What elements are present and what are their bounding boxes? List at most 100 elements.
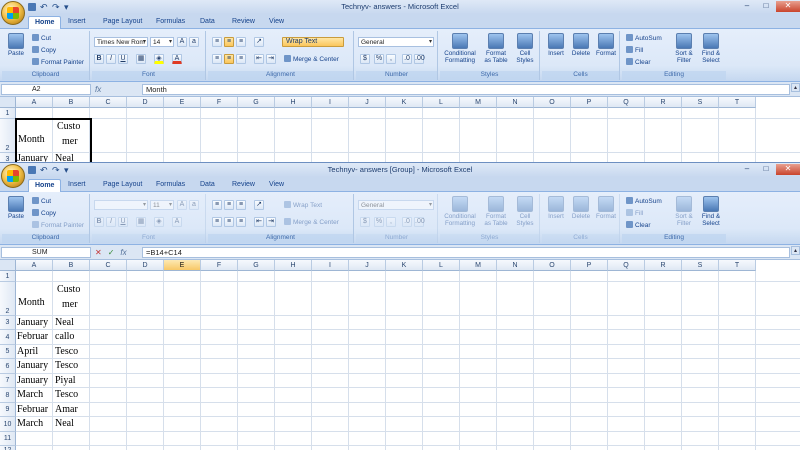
wrap-text-button[interactable]: Wrap Text <box>282 37 344 47</box>
align-top-button[interactable]: ≡ <box>212 200 222 210</box>
column-header-t[interactable]: T <box>719 97 756 108</box>
currency-button[interactable]: $ <box>360 217 370 227</box>
tab-insert[interactable]: Insert <box>68 16 86 29</box>
column-header-l[interactable]: L <box>423 97 460 108</box>
tab-home[interactable]: Home <box>28 16 62 29</box>
format-as-table-button[interactable]: Format as Table <box>482 196 510 227</box>
align-center-button[interactable]: ≡ <box>224 54 234 64</box>
number-format-combo[interactable]: General <box>358 200 434 210</box>
column-header-j[interactable]: J <box>349 97 386 108</box>
increase-decimal-button[interactable]: .0 <box>402 217 412 227</box>
row-header-2[interactable]: 2 <box>0 119 16 153</box>
cell-b4[interactable]: callo <box>55 330 91 343</box>
fill-color-button[interactable]: ◈ <box>154 54 164 64</box>
tab-page-layout[interactable]: Page Layout <box>103 179 142 192</box>
row-header-8[interactable]: 8 <box>0 388 16 403</box>
column-header-e[interactable]: E <box>164 97 201 108</box>
tab-formulas[interactable]: Formulas <box>156 16 185 29</box>
row-header-6[interactable]: 6 <box>0 359 16 374</box>
cell-a3[interactable]: January <box>17 316 53 329</box>
cancel-entry-icon[interactable]: ✕ <box>95 248 102 257</box>
cell-a4[interactable]: Februar <box>17 330 53 343</box>
customize-qat-icon[interactable]: ▾ <box>64 166 72 175</box>
name-box[interactable]: SUM <box>1 247 91 258</box>
row-header-4[interactable]: 4 <box>0 330 16 345</box>
paste-button[interactable]: Paste <box>4 33 28 57</box>
column-header-r[interactable]: R <box>645 260 682 271</box>
find-select-button[interactable]: Find & Select <box>698 33 724 64</box>
column-header-i[interactable]: I <box>312 97 349 108</box>
tab-review[interactable]: Review <box>232 16 255 29</box>
column-header-a[interactable]: A <box>16 97 53 108</box>
column-header-m[interactable]: M <box>460 97 497 108</box>
cell-styles-button[interactable]: Cell Styles <box>512 196 538 227</box>
column-header-f[interactable]: F <box>201 260 238 271</box>
comma-button[interactable]: , <box>386 217 396 227</box>
undo-icon[interactable]: ↶ <box>40 166 48 175</box>
cell-b10[interactable]: Neal <box>55 417 91 430</box>
increase-indent-button[interactable]: ⇥ <box>266 217 276 227</box>
formula-input[interactable]: Month <box>142 84 790 95</box>
redo-icon[interactable]: ↷ <box>52 166 60 175</box>
underline-button[interactable]: U <box>118 54 128 64</box>
column-header-b[interactable]: B <box>53 97 90 108</box>
row-header-11[interactable]: 11 <box>0 432 16 446</box>
conditional-formatting-button[interactable]: Conditional Formatting <box>440 33 480 64</box>
format-painter-button[interactable]: Format Painter <box>32 221 84 230</box>
borders-button[interactable]: ▦ <box>136 217 146 227</box>
font-color-button[interactable]: A <box>172 217 182 227</box>
cut-button[interactable]: Cut <box>32 34 51 43</box>
column-header-b[interactable]: B <box>53 260 90 271</box>
close-button[interactable]: ✕ <box>776 164 800 175</box>
autosum-button[interactable]: AutoSum <box>626 34 662 43</box>
decrease-indent-button[interactable]: ⇤ <box>254 54 264 64</box>
column-header-c[interactable]: C <box>90 97 127 108</box>
comma-button[interactable]: , <box>386 54 396 64</box>
cell-b2-line1[interactable]: Custo <box>57 283 91 296</box>
confirm-entry-icon[interactable]: ✓ <box>108 248 115 257</box>
cell-b8[interactable]: Tesco <box>55 388 91 401</box>
fill-button[interactable]: Fill <box>626 209 643 218</box>
find-select-button[interactable]: Find & Select <box>698 196 724 227</box>
column-header-m[interactable]: M <box>460 260 497 271</box>
cell-b5[interactable]: Tesco <box>55 345 91 358</box>
row-header-10[interactable]: 10 <box>0 417 16 432</box>
cell-a10[interactable]: March <box>17 417 53 430</box>
delete-cells-button[interactable]: Delete <box>569 33 593 57</box>
fx-icon[interactable]: fx <box>120 248 126 257</box>
increase-indent-button[interactable]: ⇥ <box>266 54 276 64</box>
row-header-2[interactable]: 2 <box>0 282 16 316</box>
align-top-button[interactable]: ≡ <box>212 37 222 47</box>
format-as-table-button[interactable]: Format as Table <box>482 33 510 64</box>
font-name-combo[interactable]: Times New Rom <box>94 37 148 47</box>
column-header-q[interactable]: Q <box>608 97 645 108</box>
office-button[interactable] <box>1 164 25 188</box>
cell-b7[interactable]: Piyal <box>55 374 91 387</box>
tab-formulas[interactable]: Formulas <box>156 179 185 192</box>
column-header-p[interactable]: P <box>571 260 608 271</box>
row-header-1[interactable]: 1 <box>0 108 16 119</box>
customize-qat-icon[interactable]: ▾ <box>64 3 72 12</box>
cell-styles-button[interactable]: Cell Styles <box>512 33 538 64</box>
redo-icon[interactable]: ↷ <box>52 3 60 12</box>
row-header-1[interactable]: 1 <box>0 271 16 282</box>
decrease-decimal-button[interactable]: .00 <box>414 217 425 227</box>
autosum-button[interactable]: AutoSum <box>626 197 662 206</box>
row-header-3[interactable]: 3 <box>0 316 16 330</box>
bold-button[interactable]: B <box>94 217 104 227</box>
cell-a7[interactable]: January <box>17 374 53 387</box>
column-header-d[interactable]: D <box>127 260 164 271</box>
tab-view[interactable]: View <box>269 179 284 192</box>
align-center-button[interactable]: ≡ <box>224 217 234 227</box>
column-header-d[interactable]: D <box>127 97 164 108</box>
minimize-button[interactable]: – <box>738 1 756 12</box>
italic-button[interactable]: I <box>106 217 116 227</box>
currency-button[interactable]: $ <box>360 54 370 64</box>
orientation-button[interactable]: ↗ <box>254 200 264 210</box>
column-header-h[interactable]: H <box>275 97 312 108</box>
insert-cells-button[interactable]: Insert <box>544 33 568 57</box>
name-box[interactable]: A2 <box>1 84 91 95</box>
grow-font-button[interactable]: A <box>177 37 187 47</box>
column-header-g[interactable]: G <box>238 97 275 108</box>
align-right-button[interactable]: ≡ <box>236 54 246 64</box>
